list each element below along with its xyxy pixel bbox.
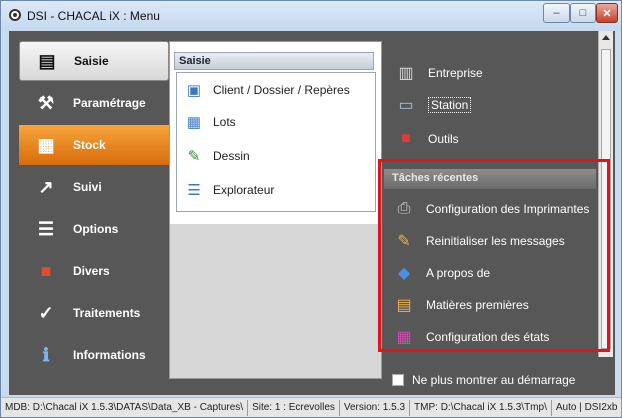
minimize-button[interactable]: –	[543, 3, 570, 23]
grid-icon: ▦	[186, 114, 202, 131]
nav-item-label: Paramétrage	[73, 96, 146, 110]
nav-item-label: Informations	[73, 348, 146, 362]
gold-bars-icon: ▦	[37, 134, 55, 155]
colored-squares-icon: ■	[40, 260, 52, 281]
tree-icon: ☰	[187, 182, 201, 199]
status-site: Site: 1 : Ecrevolles	[248, 399, 340, 416]
submenu-list: ▣ Client / Dossier / Repères ▦ Lots ✎ De…	[176, 72, 376, 212]
shortcut-label: Outils	[428, 132, 459, 146]
nav-item-label: Traitements	[73, 306, 141, 320]
submenu-item-lots[interactable]: ▦ Lots	[179, 107, 373, 137]
status-tmp: TMP: D:\Chacal iX 1.5.3\Tmp\	[410, 399, 552, 416]
nav-item-label: Options	[73, 222, 119, 236]
chart-icon: ↗	[38, 176, 54, 197]
status-auto: Auto | DSI2xb	[552, 399, 622, 416]
nav-item-options[interactable]: ☰ Options	[19, 209, 169, 249]
title-bar: DSI - CHACAL iX : Menu – □ ✕	[1, 1, 621, 31]
main-window: DSI - CHACAL iX : Menu – □ ✕ ▤ Saisie ⚒ …	[0, 0, 622, 418]
tools-icon: ⚒	[37, 92, 55, 113]
submenu-header: Saisie	[174, 52, 374, 70]
nav-item-suivi[interactable]: ↗ Suivi	[19, 167, 169, 207]
window-title: DSI - CHACAL iX : Menu	[27, 9, 160, 23]
maximize-button[interactable]: □	[570, 3, 596, 23]
no-show-checkbox[interactable]	[392, 374, 404, 386]
submenu-empty-area	[170, 224, 381, 378]
nav-item-label: Divers	[73, 264, 110, 278]
shortcut-outils[interactable]: ■ Outils	[394, 125, 594, 153]
drawing-icon: ✎	[187, 148, 201, 165]
shortcut-label: Entreprise	[428, 66, 483, 80]
app-icon	[9, 9, 21, 21]
shortcut-station[interactable]: ▭ Station	[394, 91, 594, 119]
shortcut-label: Station	[428, 97, 472, 113]
submenu-item-label: Explorateur	[213, 183, 275, 197]
submenu-item-label: Dessin	[213, 149, 250, 163]
nav-item-saisie[interactable]: ▤ Saisie	[19, 41, 169, 81]
nav-item-informations[interactable]: ℹ Informations	[19, 335, 169, 375]
highlight-annotation	[378, 159, 610, 352]
computer-icon: ▭	[398, 97, 414, 114]
saisie-icon: ▤	[38, 50, 56, 71]
shortcuts-list: ▥ Entreprise ▭ Station ■ Outils	[386, 31, 598, 161]
submenu-item-label: Client / Dossier / Repères	[213, 83, 350, 97]
nav-item-stock[interactable]: ▦ Stock	[19, 125, 169, 165]
submenu-panel: Saisie ▣ Client / Dossier / Repères ▦ Lo…	[169, 41, 382, 379]
nav-item-label: Suivi	[73, 180, 102, 194]
nav-item-parametrage[interactable]: ⚒ Paramétrage	[19, 83, 169, 123]
no-show-label: Ne plus montrer au démarrage	[412, 373, 576, 387]
client-area: ▤ Saisie ⚒ Paramétrage ▦ Stock ↗ Suivi ☰…	[9, 31, 615, 395]
info-icon: ℹ	[42, 344, 50, 365]
toolbox-icon: ■	[401, 130, 411, 147]
scroll-up-icon[interactable]	[602, 35, 610, 40]
options-icon: ☰	[37, 218, 55, 239]
nav-item-label: Saisie	[74, 54, 109, 68]
status-bar: MDB: D:\Chacal iX 1.5.3\DATAS\Data_XB - …	[1, 397, 622, 417]
submenu-item-dessin[interactable]: ✎ Dessin	[179, 141, 373, 171]
module-nav: ▤ Saisie ⚒ Paramétrage ▦ Stock ↗ Suivi ☰…	[19, 41, 169, 381]
close-button[interactable]: ✕	[596, 3, 618, 23]
submenu-item-client[interactable]: ▣ Client / Dossier / Repères	[179, 75, 373, 105]
status-version: Version: 1.5.3	[340, 399, 411, 416]
startup-option[interactable]: Ne plus montrer au démarrage	[392, 371, 575, 389]
folder-users-icon: ▣	[186, 82, 202, 99]
checklist-icon: ✓	[38, 302, 54, 323]
shortcut-entreprise[interactable]: ▥ Entreprise	[394, 59, 594, 87]
nav-item-divers[interactable]: ■ Divers	[19, 251, 169, 291]
submenu-item-explorateur[interactable]: ☰ Explorateur	[179, 175, 373, 205]
status-mdb: MDB: D:\Chacal iX 1.5.3\DATAS\Data_XB - …	[1, 399, 249, 416]
nav-item-label: Stock	[73, 138, 106, 152]
submenu-item-label: Lots	[213, 115, 236, 129]
nav-item-traitements[interactable]: ✓ Traitements	[19, 293, 169, 333]
building-icon: ▥	[398, 65, 414, 82]
